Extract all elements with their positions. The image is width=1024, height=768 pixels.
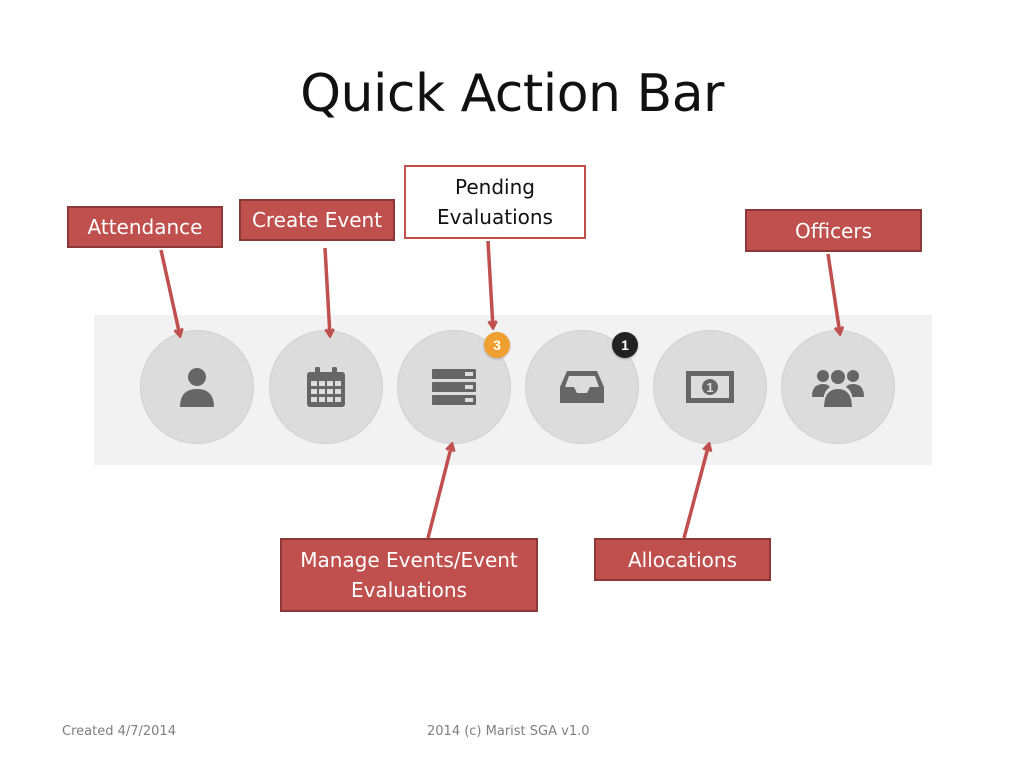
footer-copyright: 2014 (c) Marist SGA v1.0 <box>427 724 590 739</box>
footer-created-date: Created 4/7/2014 <box>62 724 176 739</box>
manage-events-callout: Manage Events/Event Evaluations <box>280 538 538 612</box>
callout-arrows <box>159 240 1024 539</box>
create-event-callout: Create Event <box>239 199 395 241</box>
create-event-arrow <box>323 247 330 336</box>
pending-evaluations-callout: Pending Evaluations <box>404 165 586 239</box>
attendance-callout: Attendance <box>67 206 223 248</box>
pending-evaluations-arrow <box>486 240 493 328</box>
attendance-arrow <box>159 249 180 336</box>
allocations-arrow <box>682 444 709 539</box>
officers-callout: Officers <box>745 209 922 252</box>
officers-arrow <box>826 253 840 334</box>
allocations-callout: Allocations <box>594 538 771 581</box>
manage-events-arrow <box>426 444 452 539</box>
